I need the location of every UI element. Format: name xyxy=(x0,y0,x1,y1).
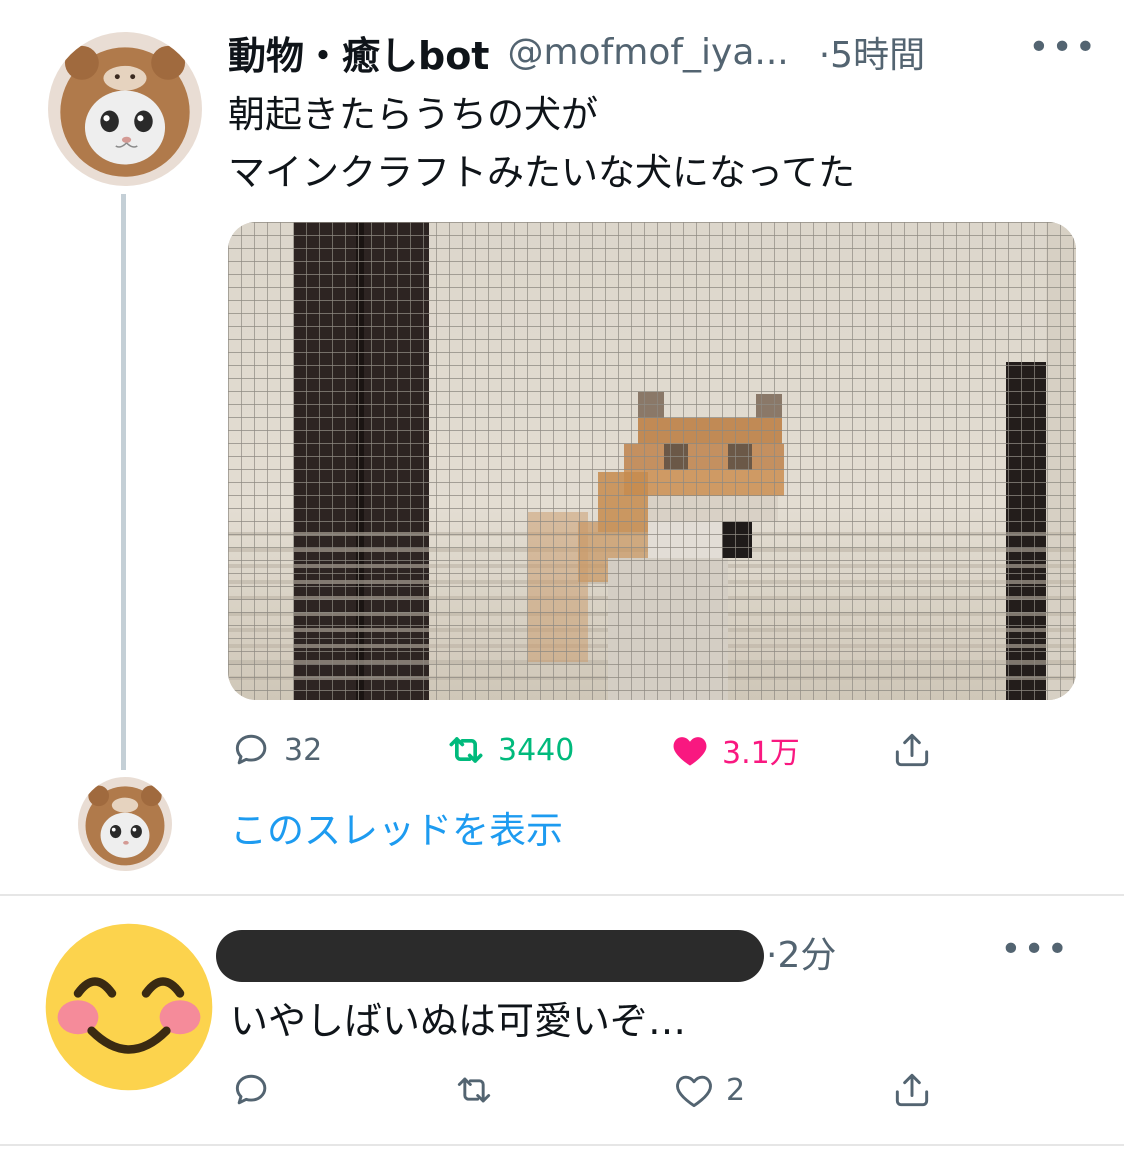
reply-retweet-action[interactable] xyxy=(452,1068,496,1112)
tweet-header: 動物・癒しbot @mofmof_iya... ·5時間 ••• xyxy=(228,24,1108,80)
share-action[interactable] xyxy=(890,728,934,772)
reply-divider xyxy=(0,1144,1124,1146)
reply-timestamp[interactable]: ·2分 xyxy=(766,926,836,978)
retweet-arrows-icon xyxy=(449,737,483,763)
author-display-name[interactable]: 動物・癒しbot xyxy=(228,25,489,80)
like-action[interactable]: 3.1万 xyxy=(668,728,800,772)
author-avatar-small[interactable] xyxy=(78,777,172,871)
show-thread-link[interactable]: このスレッドを表示 xyxy=(230,800,563,854)
author-handle[interactable]: @mofmof_iya... xyxy=(507,32,788,73)
reply-text: いやしばいぬは可愛いぞ… xyxy=(230,999,687,1043)
cat-in-bear-hood-image xyxy=(78,777,172,871)
reply-author-avatar[interactable] xyxy=(44,922,214,1092)
share-upload-icon xyxy=(895,733,929,767)
reply-count: 32 xyxy=(284,732,323,768)
thread-connector-line xyxy=(121,194,126,770)
tweet-timestamp[interactable]: ·5時間 xyxy=(819,26,925,78)
reply-like-action[interactable]: 2 xyxy=(672,1068,745,1112)
reply-more-options-icon[interactable]: ••• xyxy=(1000,932,1070,968)
pixelated-dog-photo xyxy=(228,222,1076,700)
heart-outline-icon xyxy=(676,1075,712,1108)
like-count: 3.1万 xyxy=(722,736,800,771)
tweet-action-bar: 32 3440 3.1万 xyxy=(0,728,1124,772)
reply-action-bar: 2 xyxy=(0,1068,1124,1112)
tweet-divider xyxy=(0,894,1124,896)
smiling-face-emoji-icon xyxy=(45,923,213,1091)
share-upload-icon xyxy=(895,1073,929,1107)
retweet-action[interactable]: 3440 xyxy=(444,728,574,772)
speech-bubble-icon xyxy=(235,734,267,765)
speech-bubble-icon xyxy=(235,1074,267,1105)
reply-like-count: 2 xyxy=(726,1072,746,1108)
retweet-arrows-icon xyxy=(457,1077,491,1103)
reply-action[interactable]: 32 xyxy=(230,728,322,772)
reply-share-action[interactable] xyxy=(890,1068,934,1112)
cat-in-bear-hood-image xyxy=(48,32,202,186)
author-avatar[interactable] xyxy=(48,32,202,186)
redacted-username-bar xyxy=(216,930,764,982)
more-options-icon[interactable]: ••• xyxy=(1028,30,1098,66)
tweet-text: 朝起きたらうちの犬が マインクラフトみたいな犬になってた xyxy=(228,93,856,194)
retweet-count: 3440 xyxy=(498,732,575,768)
reply-reply-action[interactable] xyxy=(230,1068,274,1112)
heart-filled-icon xyxy=(673,737,707,766)
tweet-media-image[interactable] xyxy=(228,222,1076,700)
